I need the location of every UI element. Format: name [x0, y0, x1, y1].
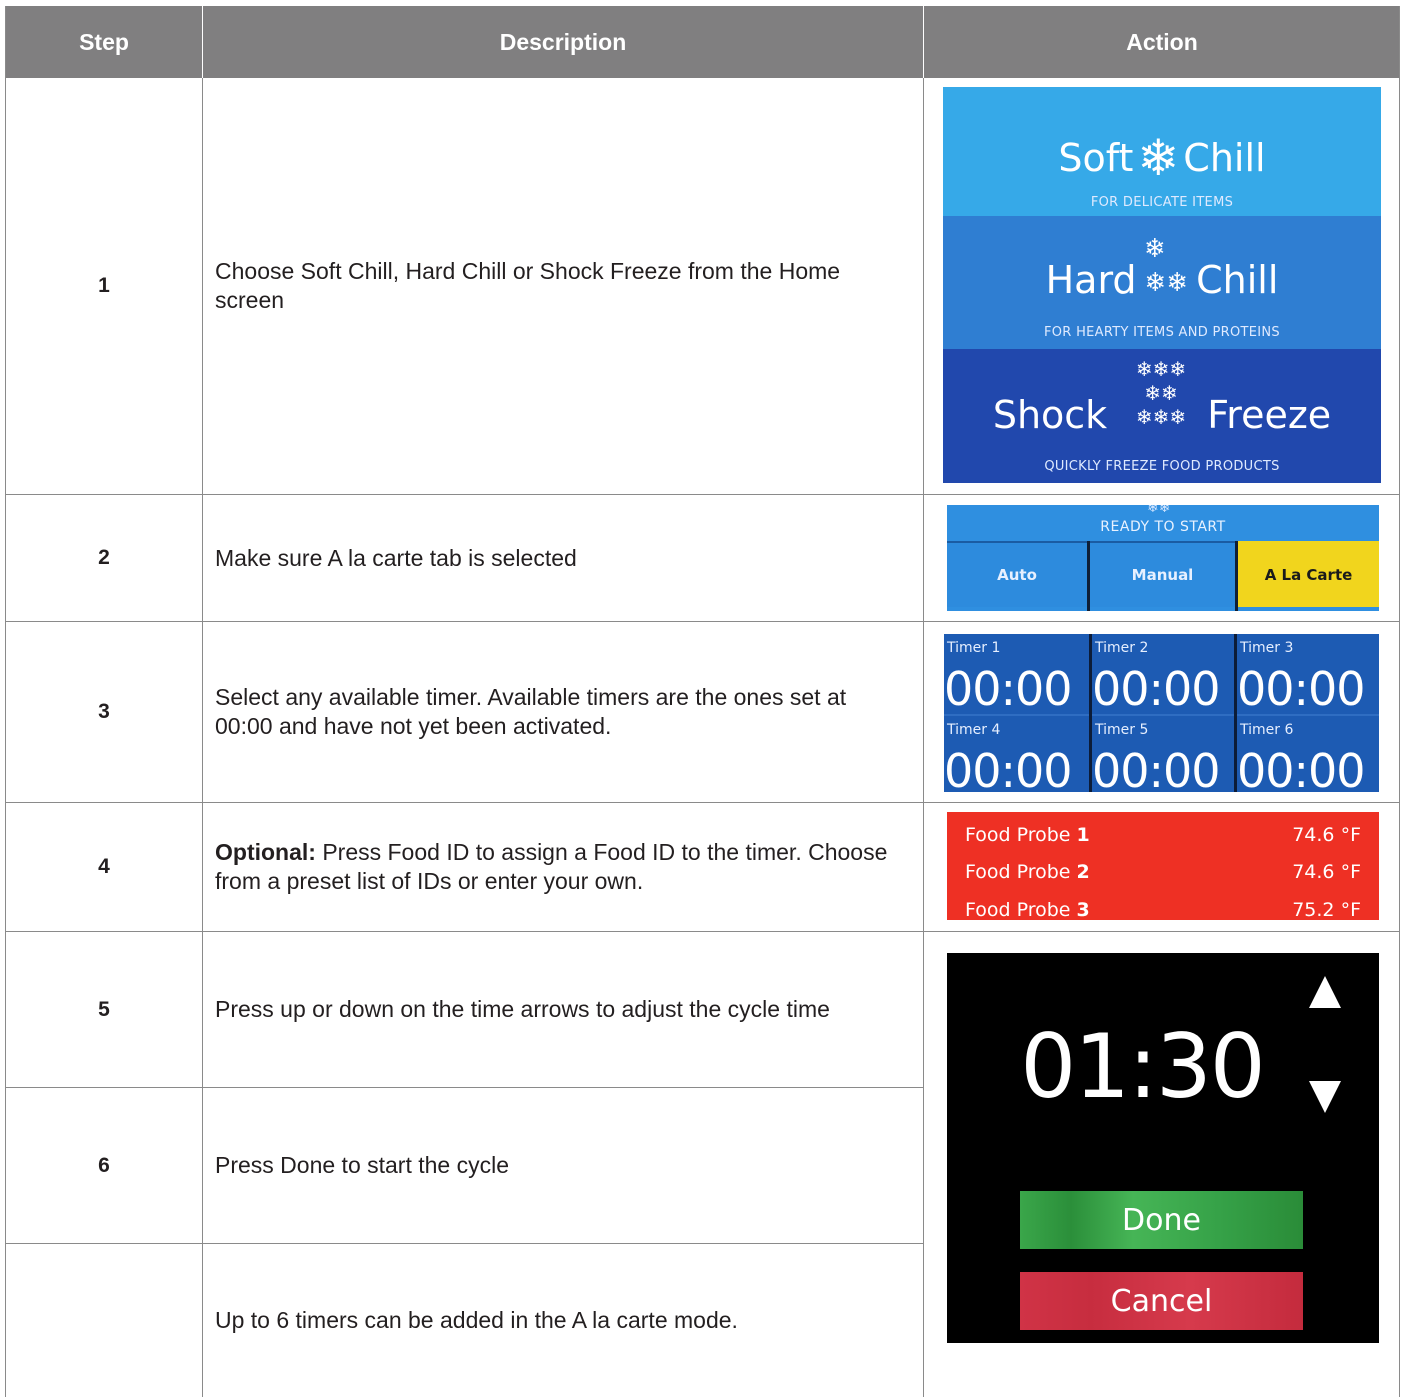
- step-number: 2: [98, 546, 110, 569]
- snowflake-icon: ❄❄: [1147, 505, 1171, 515]
- cycle-time-screen: 01:30 Done Cancel: [947, 953, 1379, 1343]
- timers-screen: Timer 1 00:00 Timer 2 00:00 Timer 3 00:0…: [944, 634, 1379, 792]
- timer-label: Timer 1: [947, 640, 1001, 656]
- step-description: Press Done to start the cycle: [215, 1152, 510, 1178]
- step-number: 6: [98, 1153, 110, 1177]
- probe-label: Food Probe: [965, 824, 1071, 846]
- timer-value: 00:00: [1237, 662, 1366, 716]
- cancel-button[interactable]: Cancel: [1020, 1272, 1303, 1330]
- header-step: Step: [79, 28, 129, 55]
- optional-label: Optional:: [215, 839, 316, 865]
- tab-manual[interactable]: Manual: [1090, 541, 1235, 607]
- hard-chill-left-label: Hard: [1045, 258, 1137, 302]
- timer-value: 00:00: [944, 744, 1073, 792]
- instructions-table: Step Description Action 1 Choose Soft Ch…: [0, 0, 1401, 1397]
- food-probe-row[interactable]: Food Probe 1 74.6 °F: [965, 824, 1361, 854]
- shock-freeze-right-label: Freeze: [1207, 393, 1332, 437]
- probe-label: Food Probe: [965, 899, 1071, 920]
- timer-1[interactable]: Timer 1 00:00: [944, 634, 1089, 716]
- step-number: 5: [98, 997, 110, 1021]
- timer-label: Timer 3: [1240, 640, 1294, 656]
- tab-auto[interactable]: Auto: [947, 541, 1087, 607]
- probe-number: 1: [1076, 824, 1090, 846]
- timer-4[interactable]: Timer 4 00:00: [944, 716, 1089, 792]
- food-probe-row[interactable]: Food Probe 3 75.2 °F: [965, 899, 1361, 920]
- soft-chill-button[interactable]: Soft❄ Chill FOR DELICATE ITEMS: [943, 87, 1381, 216]
- soft-chill-right-label: Chill: [1183, 136, 1266, 180]
- snowflakes-icon: ❄❄: [1144, 268, 1189, 298]
- timer-6[interactable]: Timer 6 00:00: [1237, 716, 1379, 792]
- status-text: READY TO START: [1100, 519, 1226, 535]
- timer-value: 00:00: [944, 662, 1073, 716]
- step-number: 1: [98, 274, 110, 297]
- done-button[interactable]: Done: [1020, 1191, 1303, 1249]
- timer-2[interactable]: Timer 2 00:00: [1092, 634, 1237, 716]
- timer-label: Timer 2: [1095, 640, 1149, 656]
- tab-bar-screen: ❄❄ READY TO START Auto Manual A La Carte: [947, 505, 1379, 611]
- step-description: Make sure A la carte tab is selected: [215, 544, 577, 571]
- step-description: Up to 6 timers can be added in the A la …: [215, 1307, 738, 1333]
- timer-5[interactable]: Timer 5 00:00: [1092, 716, 1237, 792]
- probe-temperature: 75.2 °F: [1292, 899, 1361, 920]
- hard-chill-right-label: Chill: [1196, 258, 1279, 302]
- timer-value: 00:00: [1092, 744, 1221, 792]
- mode-menu-screen: Soft❄ Chill FOR DELICATE ITEMS Hard ❄❄ Chil…: [943, 87, 1381, 483]
- probe-temperature: 74.6 °F: [1292, 824, 1361, 846]
- timer-label: Timer 4: [947, 722, 1001, 738]
- shock-freeze-button[interactable]: Shock Freeze ❄❄❄ ❄❄ ❄❄❄ QUICKLY FREEZE FOOD…: [943, 349, 1381, 483]
- cycle-time-display: 01:30: [1020, 1015, 1266, 1118]
- step-number: [6, 1244, 202, 1397]
- soft-chill-left-label: Soft: [1058, 136, 1134, 180]
- hard-chill-button[interactable]: Hard ❄❄ Chill ❄ FOR HEARTY ITEMS AND PROTE…: [943, 216, 1381, 349]
- arrow-down-icon[interactable]: [1309, 1081, 1341, 1113]
- timer-label: Timer 5: [1095, 722, 1149, 738]
- timer-label: Timer 6: [1240, 722, 1294, 738]
- tab-a-la-carte[interactable]: A La Carte: [1238, 541, 1379, 607]
- step-number: 4: [98, 855, 110, 878]
- food-probes-screen: Food Probe 1 74.6 °F Food Probe 2 74.6 °…: [947, 812, 1379, 920]
- probe-label: Food Probe: [965, 861, 1071, 883]
- optional-text: Press Food ID to assign a Food ID to the…: [215, 839, 888, 894]
- food-probe-row[interactable]: Food Probe 2 74.6 °F: [965, 861, 1361, 891]
- probe-number: 2: [1076, 861, 1090, 883]
- header-action: Action: [1126, 28, 1198, 55]
- snowflake-icon: ❄: [1144, 234, 1166, 264]
- soft-chill-subtitle: FOR DELICATE ITEMS: [1090, 195, 1234, 210]
- step-description: Press up or down on the time arrows to a…: [215, 996, 830, 1022]
- step-description: Select any available timer. Available ti…: [215, 684, 847, 739]
- step-number: 3: [98, 700, 110, 723]
- arrow-up-icon[interactable]: [1309, 976, 1341, 1008]
- hard-chill-subtitle: FOR HEARTY ITEMS AND PROTEINS: [1044, 325, 1280, 340]
- shock-freeze-left-label: Shock: [992, 393, 1108, 437]
- timer-value: 00:00: [1237, 744, 1366, 792]
- snowflake-icon: ❄: [1137, 129, 1180, 187]
- probe-temperature: 74.6 °F: [1292, 861, 1361, 883]
- snowflakes-icon: ❄❄❄ ❄❄ ❄❄❄: [1135, 357, 1187, 429]
- header-description: Description: [499, 28, 627, 55]
- step-description: Optional: Press Food ID to assign a Food…: [203, 803, 923, 931]
- probe-number: 3: [1076, 899, 1090, 920]
- timer-value: 00:00: [1092, 662, 1221, 716]
- shock-freeze-subtitle: QUICKLY FREEZE FOOD PRODUCTS: [1044, 459, 1280, 474]
- timer-3[interactable]: Timer 3 00:00: [1237, 634, 1379, 716]
- step-description: Choose Soft Chill, Hard Chill or Shock F…: [215, 258, 841, 313]
